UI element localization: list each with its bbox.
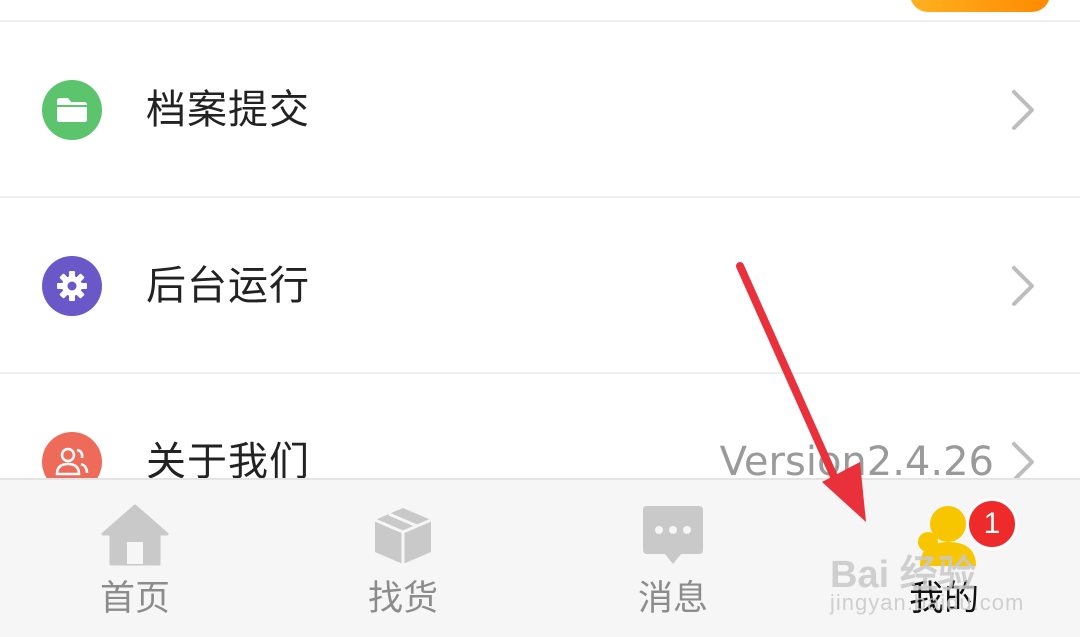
screen: 档案提交 后台运行 关于我们 Version2.4.26 首页 找货 消息 1 …	[0, 0, 1080, 637]
folder-icon	[42, 80, 102, 140]
home-icon	[101, 504, 169, 566]
menu-item-label: 档案提交	[146, 87, 310, 133]
tab-label: 首页	[99, 579, 170, 619]
box-icon	[374, 508, 432, 564]
menu-item-label: 后台运行	[146, 263, 310, 309]
menu-item-background-run[interactable]: 后台运行	[0, 198, 1080, 374]
tab-label: 找货	[367, 579, 438, 619]
top-strip	[0, 0, 1080, 22]
menu-item-file-submit[interactable]: 档案提交	[0, 22, 1080, 198]
tab-home[interactable]: 首页	[55, 480, 215, 637]
chevron-right-icon	[1012, 266, 1034, 306]
tab-find-goods[interactable]: 找货	[323, 480, 483, 637]
watermark-url: jingyan.baidu.com	[830, 590, 1025, 615]
top-accent-button[interactable]	[910, 0, 1050, 12]
chevron-right-icon	[1012, 90, 1034, 130]
tab-messages[interactable]: 消息	[593, 480, 753, 637]
tab-label: 消息	[637, 579, 708, 619]
gear-icon	[42, 256, 102, 316]
message-icon	[643, 506, 703, 564]
settings-menu: 档案提交 后台运行 关于我们 Version2.4.26	[0, 22, 1080, 550]
